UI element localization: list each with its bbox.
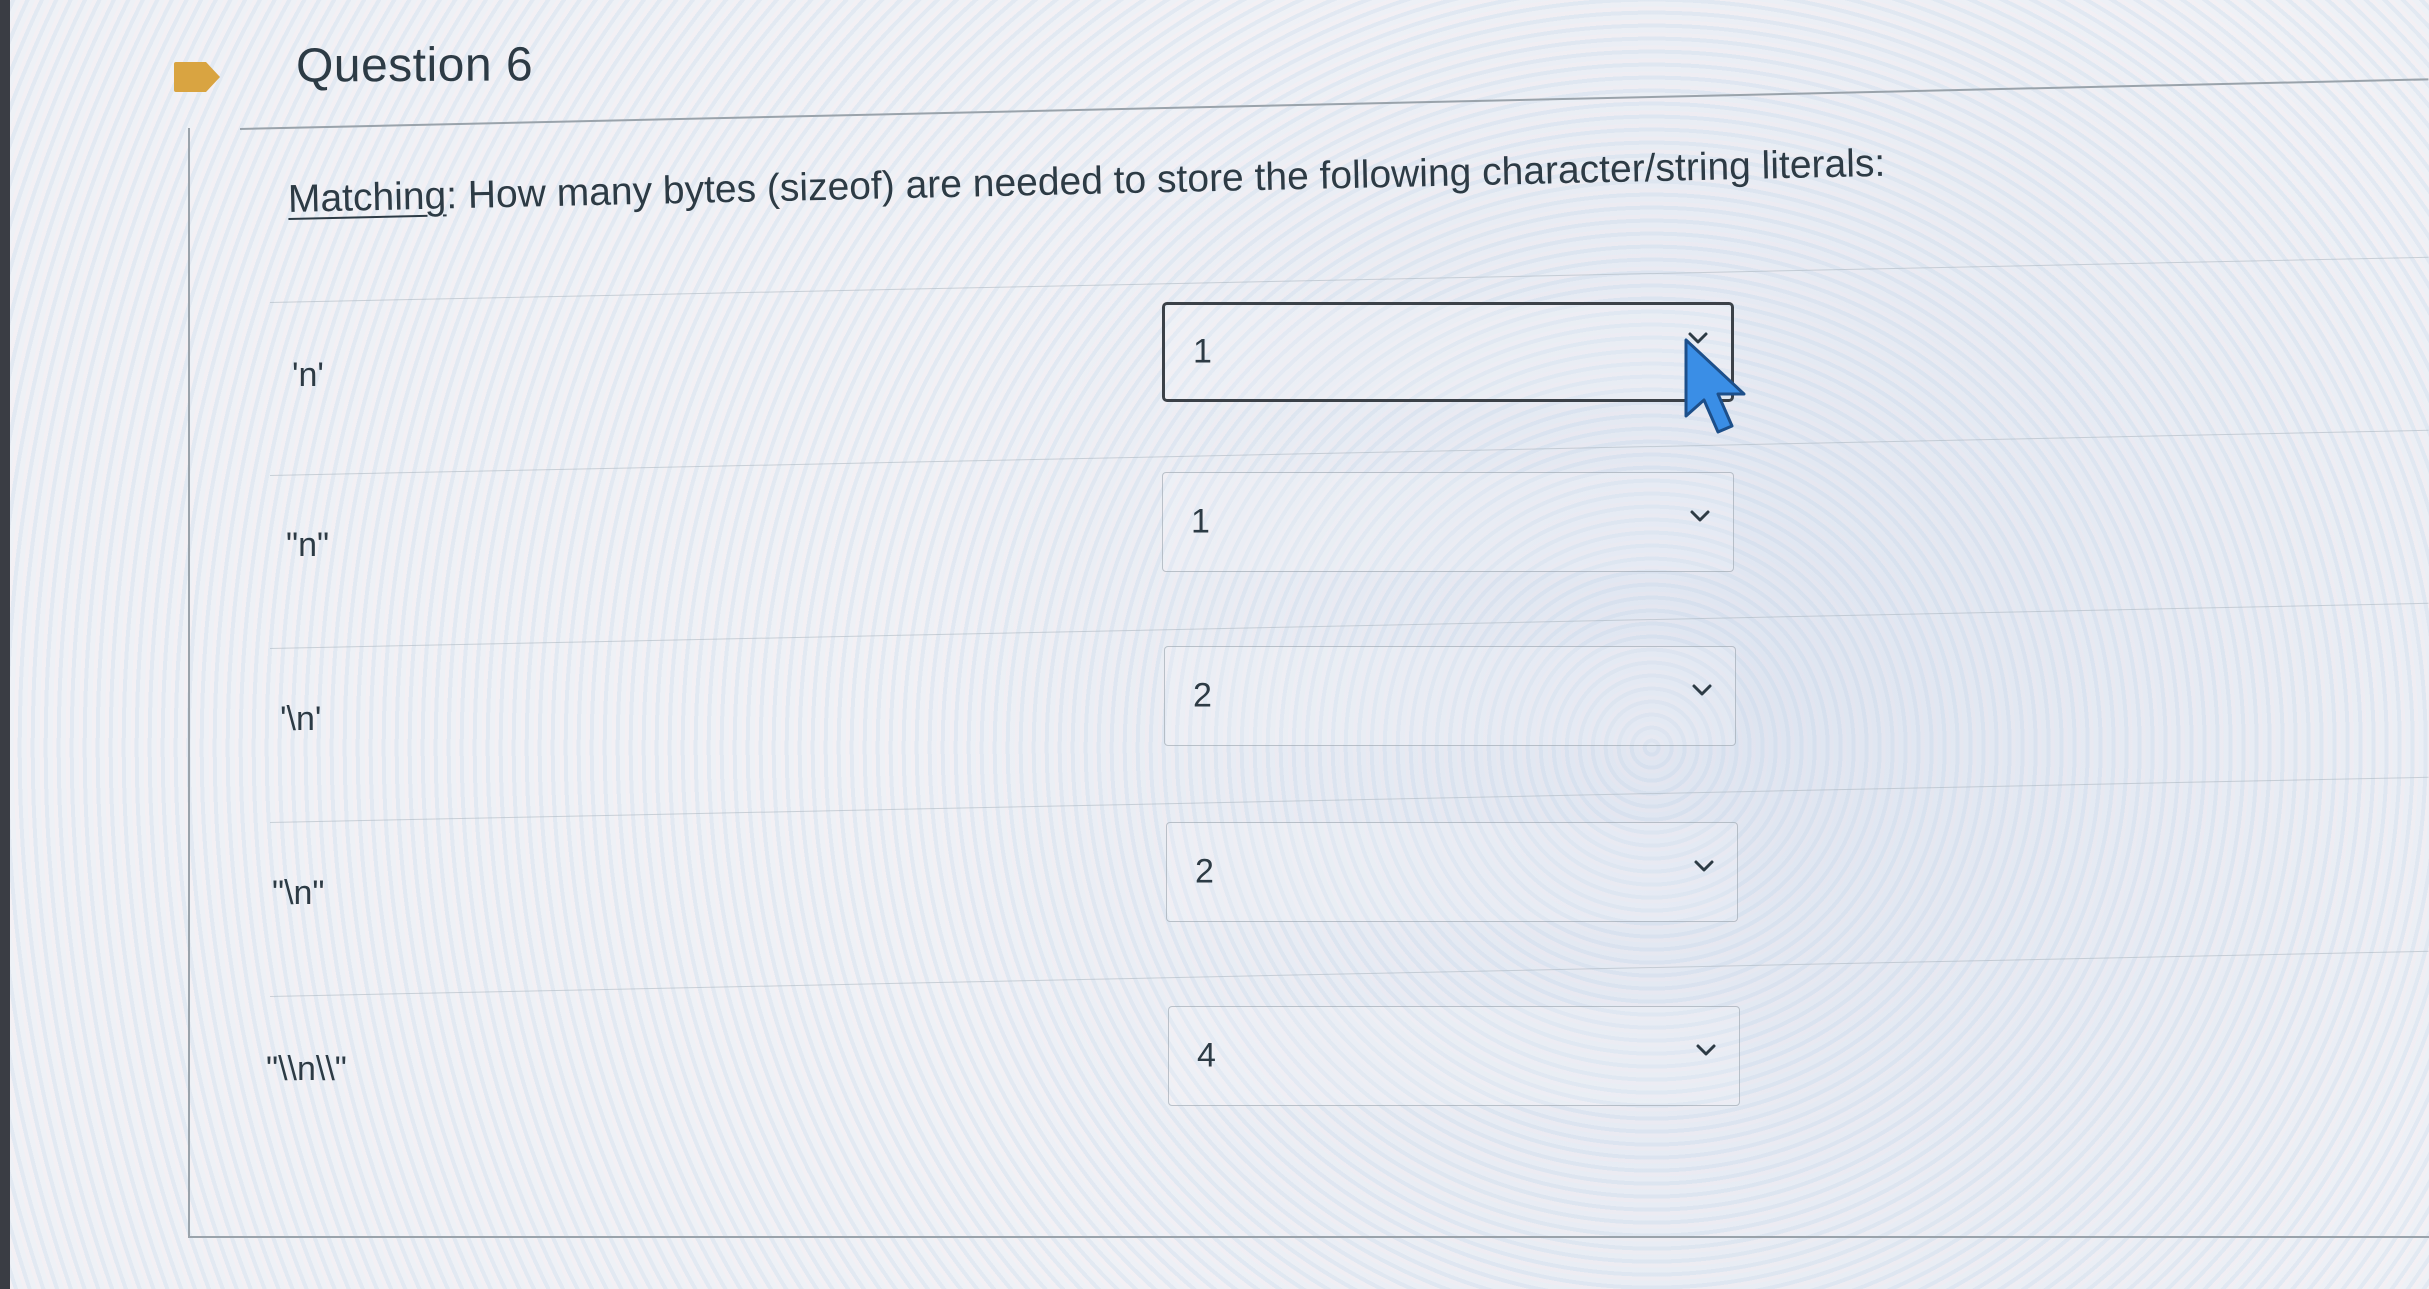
chevron-down-icon	[1696, 1044, 1716, 1056]
selected-value: 1	[1193, 332, 1212, 371]
mouse-pointer-icon	[1684, 338, 1746, 434]
bookmark-flag-icon[interactable]	[172, 60, 222, 94]
match-term: 'n'	[292, 356, 324, 394]
match-answer-select[interactable]: 2	[1164, 646, 1736, 746]
header-divider	[239, 78, 2429, 130]
question-title: Question 6	[295, 38, 534, 93]
selected-value: 1	[1191, 502, 1210, 541]
match-answer-select[interactable]: 4	[1168, 1006, 1740, 1106]
match-answer-select[interactable]: 1	[1162, 472, 1734, 572]
selected-value: 2	[1193, 676, 1212, 715]
match-answer-select[interactable]: 2	[1166, 822, 1738, 922]
selected-value: 2	[1195, 852, 1214, 891]
screen-bezel	[0, 0, 10, 1289]
match-term: "\\n\\"	[266, 1050, 347, 1088]
match-term: '\n'	[280, 700, 322, 738]
chevron-down-icon	[1692, 684, 1712, 696]
match-term: "\n"	[272, 874, 325, 912]
match-answer-select[interactable]: 1	[1162, 302, 1734, 402]
question-type-label: Matching	[287, 174, 447, 221]
chevron-down-icon	[1690, 510, 1710, 522]
selected-value: 4	[1197, 1036, 1216, 1075]
chevron-down-icon	[1694, 860, 1714, 872]
match-term: "n"	[286, 526, 330, 564]
